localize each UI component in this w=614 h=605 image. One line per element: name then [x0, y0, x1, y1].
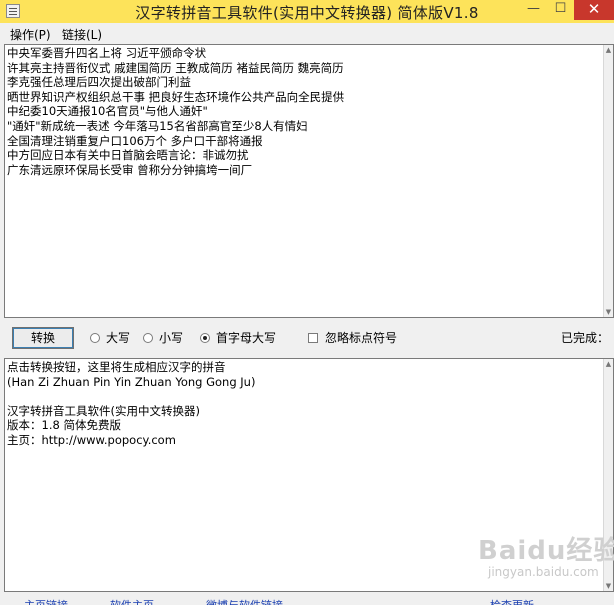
watermark-logo: Baidu经验 jingyan.baidu.com: [478, 530, 614, 579]
ignore-punctuation-label: 忽略标点符号: [325, 331, 398, 345]
minimize-button[interactable]: —: [520, 0, 547, 20]
ignore-punctuation-checkbox[interactable]: 忽略标点符号: [308, 330, 397, 346]
footer-link-homepage[interactable]: 主页链接: [24, 597, 68, 605]
input-line: 广东清远原环保局长受审 曾称分分钟搞垮一间厂: [7, 162, 253, 177]
footer-link-weibo[interactable]: 微博与软件链接: [206, 597, 283, 605]
scroll-up-arrow-icon[interactable]: ▲: [604, 45, 613, 55]
scroll-up-arrow-icon[interactable]: ▲: [604, 359, 613, 369]
radio-initial-caps[interactable]: 首字母大写: [200, 330, 276, 346]
radio-uppercase-label: 大写: [106, 331, 131, 345]
radio-icon[interactable]: [90, 333, 100, 343]
radio-lowercase-label: 小写: [159, 331, 184, 345]
menu-links[interactable]: 链接(L): [62, 26, 102, 43]
footer-link-update[interactable]: 检查更新: [490, 597, 534, 605]
radio-lowercase[interactable]: 小写: [143, 330, 183, 346]
menu-bar: 操作(P) 链接(L): [0, 23, 614, 43]
close-button[interactable]: ✕: [574, 0, 614, 20]
input-line: 中央军委晋升四名上将 习近平颁命令状: [7, 46, 207, 60]
footer-link-software[interactable]: 软件主页: [110, 597, 154, 605]
watermark-logo-text: Baidu经验: [478, 536, 614, 566]
input-line: 中纪委10天通报10名官员"与他人通奸": [7, 104, 208, 119]
radio-selected-icon[interactable]: [200, 333, 210, 343]
status-label: 已完成：: [561, 331, 610, 345]
output-line: 主页：http://www.popocy.com: [7, 432, 176, 447]
radio-uppercase[interactable]: 大写: [90, 330, 130, 346]
input-line: 中方回应日本有关中日首脑会晤言论：非诚勿扰: [7, 148, 249, 163]
input-line: 李克强任总理后四次提出破部门利益: [7, 75, 191, 90]
radio-icon[interactable]: [143, 333, 153, 343]
checkbox-icon[interactable]: [308, 333, 318, 343]
scroll-down-arrow-icon[interactable]: ▼: [604, 307, 613, 317]
input-scrollbar[interactable]: ▲ ▼: [603, 45, 613, 317]
chinese-input-textarea[interactable]: 中央军委晋升四名上将 习近平颁命令状 许其亮主持晋衔仪式 戚建国简历 王教成简历…: [4, 44, 614, 318]
output-line: 汉字转拼音工具软件(实用中文转换器): [7, 403, 200, 418]
radio-initial-caps-label: 首字母大写: [216, 331, 277, 345]
output-line: (Han Zi Zhuan Pin Yin Zhuan Yong Gong Ju…: [7, 374, 256, 389]
footer-link-bar: 主页链接 软件主页 微博与软件链接 检查更新: [0, 596, 614, 605]
watermark-url: jingyan.baidu.com: [488, 565, 599, 579]
convert-button[interactable]: 转换: [12, 327, 74, 349]
output-line: 点击转换按钮，这里将生成相应汉字的拼音: [7, 360, 226, 374]
input-line: 全国清理注销重复户口106万个 多户口干部将通报: [7, 133, 263, 148]
output-line: 版本：1.8 简体免费版: [7, 418, 121, 433]
maximize-button[interactable]: ☐: [547, 0, 574, 20]
scroll-down-arrow-icon[interactable]: ▼: [604, 581, 613, 591]
menu-operation[interactable]: 操作(P): [10, 26, 51, 43]
input-line: "通奸"新成统一表述 今年落马15名省部高官至少8人有情妇: [7, 118, 308, 133]
title-bar[interactable]: 汉字转拼音工具软件(实用中文转换器) 简体版V1.8 — ☐ ✕: [0, 0, 614, 23]
input-line: 晒世界知识产权组织总干事 把良好生态环境作公共产品向全民提供: [7, 89, 345, 104]
input-line: 许其亮主持晋衔仪式 戚建国简历 王教成简历 褚益民简历 魏亮简历: [7, 60, 344, 75]
options-toolbar: 转换 大写 小写 首字母大写 忽略标点符号 已完成：: [0, 322, 614, 356]
